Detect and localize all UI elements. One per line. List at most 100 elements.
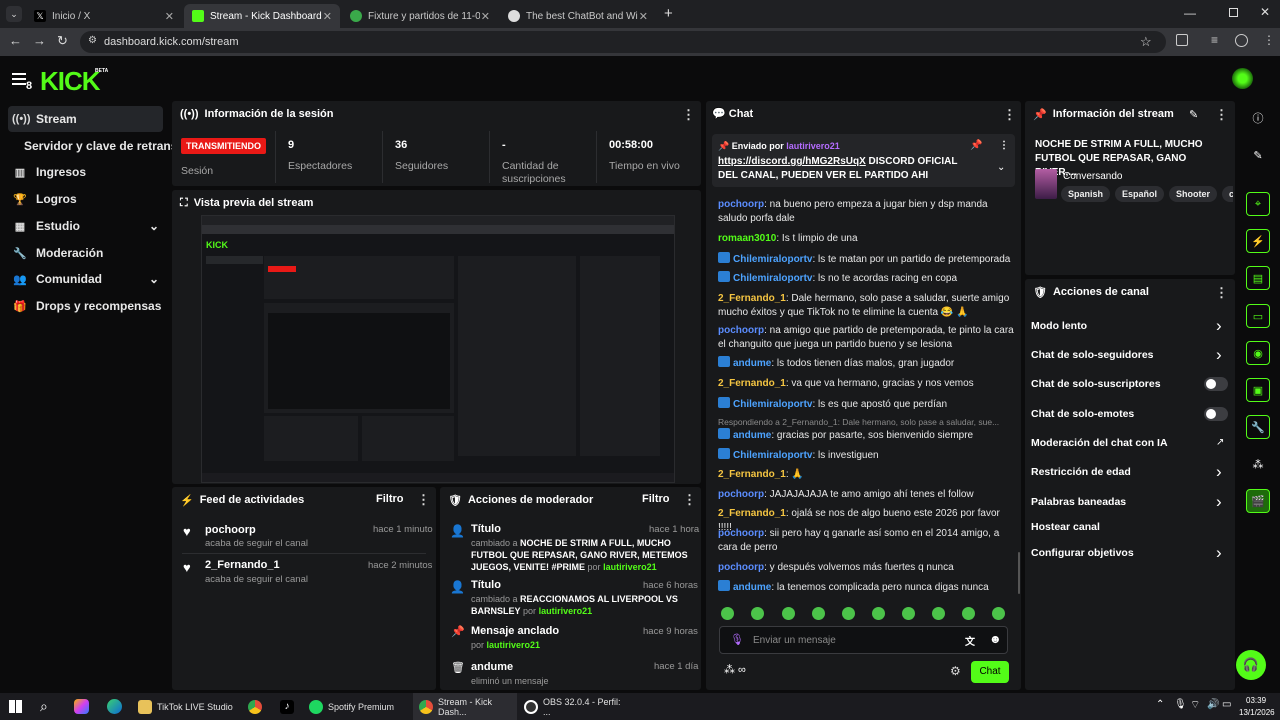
chat-message[interactable]: pochoorp: sii pero hay q ganarle así som… — [718, 527, 1016, 555]
sidebar-item-stream[interactable]: ((•)) Stream — [8, 106, 163, 132]
search-icon[interactable]: ⌕ — [40, 698, 48, 715]
close-tab-icon[interactable]: ✕ — [481, 10, 490, 23]
channel-action-item[interactable]: Hostear canal — [1031, 521, 1100, 533]
chat-message[interactable]: romaan3010: Is t limpio de una — [718, 232, 1016, 246]
chat-message[interactable]: Chilemiraloportv: ls te matan por un par… — [718, 252, 1016, 267]
sidebar-item-ingresos[interactable]: ▥ Ingresos — [8, 159, 163, 185]
lightning-icon[interactable]: ⚡ — [1246, 229, 1270, 253]
user-avatar[interactable] — [1232, 68, 1253, 89]
chat-message[interactable]: andume: la tenemos complicada pero nunca… — [718, 580, 1016, 595]
chat-bubble-icon[interactable]: ▭ — [1246, 304, 1270, 328]
chat-username[interactable]: pochoorp — [718, 199, 764, 210]
unpin-icon[interactable]: 📌 — [970, 139, 982, 153]
channel-action-item[interactable]: Moderación del chat con IA — [1031, 437, 1168, 449]
chat-scrollbar[interactable] — [1018, 552, 1020, 594]
chat-username[interactable]: 2_Fernando_1 — [718, 508, 786, 519]
focus-icon[interactable]: ⌖ — [1246, 192, 1270, 216]
bookmark-star-icon[interactable]: ☆ — [1140, 34, 1152, 50]
edit-pencil-icon[interactable]: ✎ — [1189, 108, 1198, 121]
wrench-icon[interactable]: 🔧 — [1246, 415, 1270, 439]
settings-gear-icon[interactable]: ⚙ — [950, 664, 961, 678]
tag[interactable]: Español — [1115, 186, 1165, 202]
tray-overflow-icon[interactable]: ⌃ — [1156, 699, 1164, 710]
wifi-icon[interactable]: ⌔ — [1190, 698, 1200, 712]
document-icon[interactable]: ▤ — [1246, 266, 1270, 290]
taskbar-app-tiktok[interactable]: ♪ — [280, 693, 300, 720]
chat-message[interactable]: Chilemiraloportv: ls no te acordas racin… — [718, 271, 1016, 286]
chat-input[interactable]: 🎙 Enviar un mensaje 文 ☻ — [719, 626, 1008, 654]
chat-message[interactable]: 2_Fernando_1: Dale hermano, solo pase a … — [718, 292, 1016, 320]
more-options-icon[interactable]: ⋮ — [1215, 108, 1228, 121]
more-options-icon[interactable]: ⋮ — [683, 493, 696, 506]
emoji-icon[interactable]: ☻ — [989, 632, 1002, 646]
tab-list-button[interactable]: ⌄ — [6, 6, 22, 22]
chat-message[interactable]: pochoorp: y después volvemos más fuertes… — [718, 561, 1016, 575]
channel-action-item[interactable]: Chat de solo-suscriptores — [1031, 378, 1161, 390]
more-options-icon[interactable]: ⋮ — [1003, 108, 1016, 121]
clapper-icon[interactable]: 🎬 — [1246, 489, 1270, 513]
more-options-icon[interactable]: ⋮ — [1215, 286, 1228, 299]
channel-action-item[interactable]: Modo lento — [1031, 320, 1087, 332]
minimize-window-icon[interactable]: — — [1184, 6, 1196, 20]
toggle-switch[interactable] — [1204, 407, 1228, 421]
chat-message[interactable]: Chilemiraloportv: ls es que apostó que p… — [718, 397, 1016, 412]
edit-pencil-icon[interactable]: ✎ — [1246, 143, 1270, 167]
feed-user[interactable]: 2_Fernando_1 — [205, 559, 280, 571]
emote-icon[interactable] — [962, 607, 975, 620]
taskbar-app-tiktok-live[interactable]: TikTok LIVE Studio — [138, 693, 233, 720]
feed-user[interactable]: pochoorp — [205, 524, 256, 536]
emote-icon[interactable] — [782, 607, 795, 620]
users-icon[interactable]: ▣ — [1246, 378, 1270, 402]
profile-icon[interactable] — [1235, 34, 1248, 47]
chat-username[interactable]: 2_Fernando_1 — [718, 293, 786, 304]
chat-message[interactable]: 2_Fernando_1: va que va hermano, gracias… — [718, 377, 1016, 391]
reload-icon[interactable]: ↻ — [57, 33, 68, 49]
pinned-link[interactable]: https://discord.gg/hMG2RsUqX — [718, 156, 866, 167]
maximize-window-icon[interactable] — [1229, 8, 1238, 17]
toggle-switch[interactable] — [1204, 377, 1228, 391]
channel-action-item[interactable]: Chat de solo-seguidores — [1031, 349, 1154, 361]
forward-icon[interactable]: → — [33, 33, 46, 48]
translate-icon[interactable]: 文 — [965, 633, 975, 648]
site-info-icon[interactable]: ⚙ — [88, 35, 97, 46]
chat-username[interactable]: andume — [733, 430, 771, 441]
chat-username[interactable]: pochoorp — [718, 528, 764, 539]
chat-username[interactable]: Chilemiraloportv — [733, 254, 812, 265]
chat-username[interactable]: 2_Fernando_1 — [718, 378, 786, 389]
chevron-down-icon[interactable]: ⌄ — [149, 219, 159, 233]
more-options-icon[interactable]: ⋮ — [682, 108, 695, 121]
channel-action-item[interactable]: Restricción de edad — [1031, 466, 1131, 478]
url-bar[interactable]: ⚙ dashboard.kick.com/stream ☆ — [80, 31, 1166, 53]
close-tab-icon[interactable]: ✕ — [323, 10, 332, 23]
chat-username[interactable]: andume — [733, 582, 771, 593]
category-name[interactable]: Conversando — [1063, 171, 1122, 182]
back-icon[interactable]: ← — [9, 33, 22, 48]
more-options-icon[interactable]: ⋮ — [417, 493, 430, 506]
browser-tab-0[interactable]: 𝕏 Inicio / X ✕ — [26, 4, 182, 28]
microphone-icon[interactable]: 🎙 — [1174, 699, 1187, 710]
emote-icon[interactable] — [751, 607, 764, 620]
tag[interactable]: Shooter — [1169, 186, 1218, 202]
chevron-right-icon[interactable]: › — [1216, 345, 1222, 365]
volume-icon[interactable]: 🔊 — [1207, 699, 1219, 710]
chat-username[interactable]: Chilemiraloportv — [733, 450, 812, 461]
chat-message[interactable]: pochoorp: na bueno pero empeza a jugar b… — [718, 198, 1016, 226]
browser-tab-2[interactable]: Fixture y partidos de 11-01-202 ✕ — [342, 4, 498, 28]
chat-username[interactable]: pochoorp — [718, 325, 764, 336]
new-tab-button[interactable]: + — [664, 6, 673, 21]
kick-logo[interactable]: KICK — [40, 66, 101, 97]
chat-message[interactable]: Chilemiraloportv: ls investiguen — [718, 448, 1016, 463]
chat-message[interactable]: andume: ls todos tienen días malos, gran… — [718, 356, 1016, 371]
sidebar-item-estudio[interactable]: ▦ Estudio ⌄ — [8, 213, 163, 239]
emote-icon[interactable] — [872, 607, 885, 620]
media-control-icon[interactable]: ≡ — [1211, 33, 1218, 47]
help-support-button[interactable]: 🎧 — [1236, 650, 1266, 680]
sidebar-item-moderacion[interactable]: 🔧 Moderación — [8, 240, 163, 266]
category-thumbnail[interactable] — [1035, 169, 1057, 199]
channel-action-item[interactable]: Configurar objetivos — [1031, 547, 1134, 559]
chevron-right-icon[interactable]: › — [1216, 316, 1222, 336]
chat-message[interactable]: Respondiendo a 2_Fernando_1: Dale herman… — [718, 417, 1016, 443]
close-tab-icon[interactable]: ✕ — [639, 10, 648, 23]
pinned-message[interactable]: 📌 Enviado por lautirivero21 📌 ⋮ https://… — [712, 134, 1015, 187]
chevron-down-icon[interactable]: ⌄ — [149, 272, 159, 286]
